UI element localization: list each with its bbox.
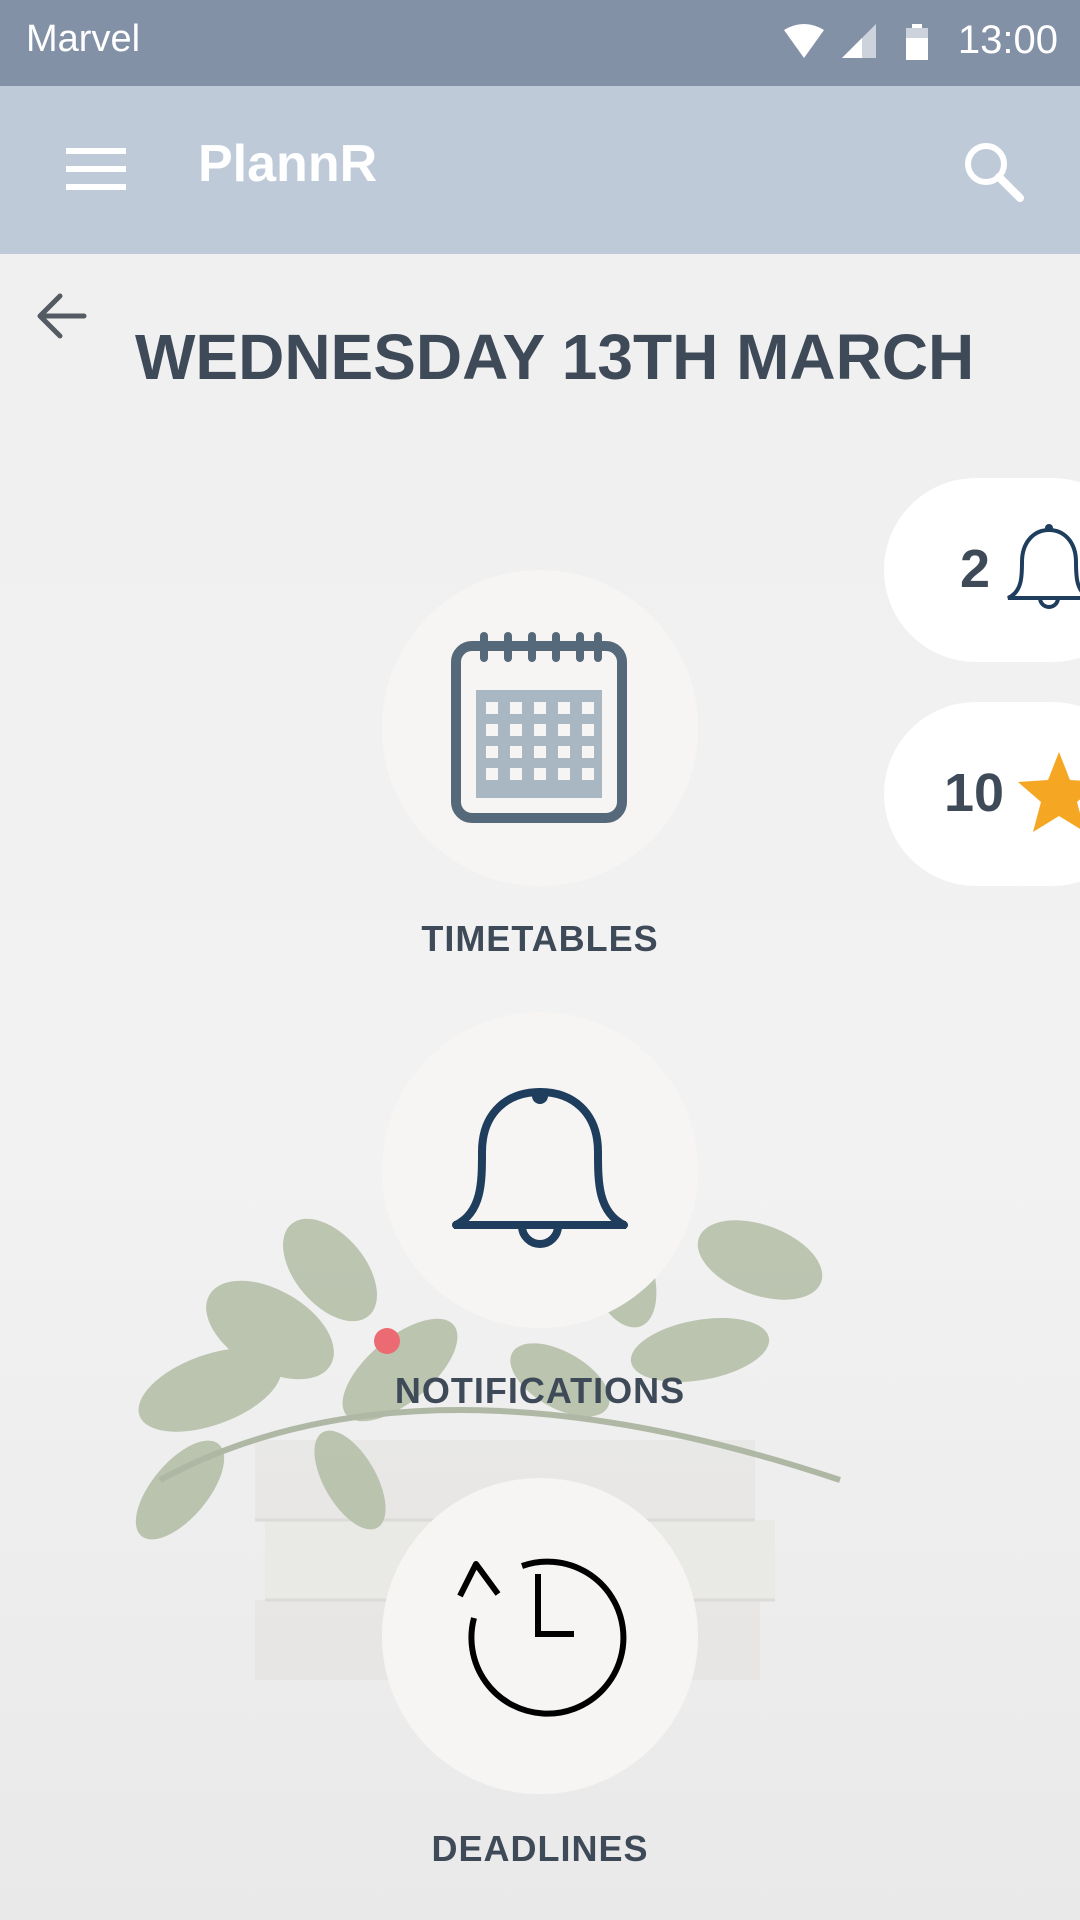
arrow-back-icon[interactable] <box>34 290 90 342</box>
clock-time: 13:00 <box>957 18 1058 62</box>
search-icon[interactable] <box>958 136 1030 208</box>
deadlines-label[interactable]: DEADLINES <box>290 1828 790 1870</box>
signal-icon <box>842 24 876 58</box>
carrier-name: Marvel <box>26 18 141 60</box>
app-bar: PlannR <box>0 86 1080 254</box>
stars-count-badge[interactable]: 10 <box>884 702 1080 886</box>
clock-history-icon <box>457 1558 627 1717</box>
stars-count: 10 <box>944 763 1005 823</box>
timetables-tile[interactable] <box>382 570 698 886</box>
wifi-icon <box>784 24 824 58</box>
star-icon <box>1018 752 1080 832</box>
notification-indicator-dot <box>374 1328 400 1354</box>
notifications-tile[interactable] <box>382 1012 698 1328</box>
app-title: PlannR <box>198 135 378 193</box>
notifications-count: 2 <box>960 539 991 599</box>
deadlines-tile[interactable] <box>382 1478 698 1794</box>
bell-icon <box>1007 524 1080 609</box>
calendar-icon <box>451 632 627 823</box>
battery-icon <box>906 24 928 60</box>
notifications-label[interactable]: NOTIFICATIONS <box>290 1370 790 1412</box>
timetables-label[interactable]: TIMETABLES <box>290 918 790 960</box>
bell-icon <box>452 1088 628 1248</box>
notifications-count-badge[interactable]: 2 <box>884 478 1080 662</box>
page-title: WEDNESDAY 13TH MARCH <box>135 321 975 393</box>
status-bar: Marvel 13:00 <box>0 0 1080 86</box>
screen: Marvel 13:00 PlannR WEDNESDAY 13TH MARCH <box>0 0 1080 1920</box>
menu-icon[interactable] <box>62 146 132 196</box>
